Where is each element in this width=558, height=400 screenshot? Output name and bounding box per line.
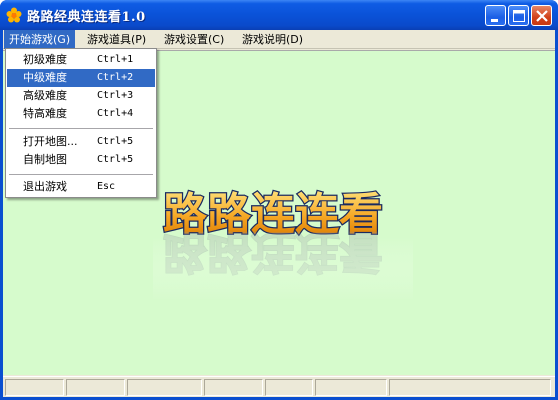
menu-separator xyxy=(9,174,153,175)
status-pane xyxy=(204,379,263,396)
game-logo: 路路连连看 路路连连看 xyxy=(153,181,413,301)
minimize-icon xyxy=(491,19,498,22)
menu-game-settings[interactable]: 游戏设置(C) xyxy=(159,30,229,49)
menu-item-easy[interactable]: 初级难度 Ctrl+1 xyxy=(7,51,155,69)
menu-game-items[interactable]: 游戏道具(P) xyxy=(82,30,151,49)
app-flower-icon[interactable] xyxy=(6,7,22,23)
menu-item-exit[interactable]: 退出游戏 Esc xyxy=(7,178,155,196)
maximize-icon xyxy=(513,10,525,22)
menu-item-hard[interactable]: 高级难度 Ctrl+3 xyxy=(7,87,155,105)
menu-game-help[interactable]: 游戏说明(D) xyxy=(237,30,308,49)
title-bar[interactable]: 路路经典连连看1.0 xyxy=(0,0,558,30)
status-bar xyxy=(3,376,555,397)
status-pane xyxy=(66,379,125,396)
close-button[interactable] xyxy=(531,5,552,26)
close-icon xyxy=(536,10,548,22)
status-pane xyxy=(315,379,387,396)
status-pane xyxy=(127,379,202,396)
menu-bar: 开始游戏(G) 游戏道具(P) 游戏设置(C) 游戏说明(D) xyxy=(3,30,555,49)
menu-item-expert[interactable]: 特高难度 Ctrl+4 xyxy=(7,105,155,123)
minimize-button[interactable] xyxy=(485,5,506,26)
menu-separator xyxy=(9,128,153,129)
window-title: 路路经典连连看1.0 xyxy=(27,10,146,25)
app-window: 路路经典连连看1.0 开始游戏(G) 游戏道具(P) 游戏设置(C) 游戏说明(… xyxy=(0,0,558,400)
start-game-dropdown: 初级难度 Ctrl+1 中级难度 Ctrl+2 高级难度 Ctrl+3 特高难度… xyxy=(5,48,157,198)
status-pane xyxy=(389,379,551,396)
status-pane xyxy=(5,379,64,396)
status-pane xyxy=(265,379,313,396)
menu-item-medium[interactable]: 中级难度 Ctrl+2 xyxy=(7,69,155,87)
maximize-button[interactable] xyxy=(508,5,529,26)
menu-start-game[interactable]: 开始游戏(G) xyxy=(4,30,76,49)
menu-item-open-map[interactable]: 打开地图... Ctrl+5 xyxy=(7,133,155,151)
menu-item-custom-map[interactable]: 自制地图 Ctrl+5 xyxy=(7,151,155,169)
